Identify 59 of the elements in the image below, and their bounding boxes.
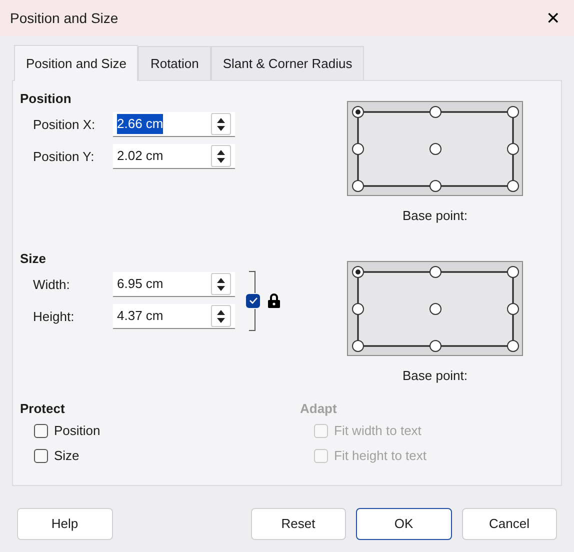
field-label: Height: — [33, 308, 76, 326]
input-field[interactable]: 6.95 cm — [113, 272, 235, 297]
down-triangle-icon — [217, 126, 225, 130]
section-heading: Protect — [20, 400, 66, 418]
base-point-radio[interactable] — [507, 266, 519, 278]
checkbox-label: Fit width to text — [334, 422, 422, 440]
base-point-radio[interactable] — [430, 106, 442, 118]
close-button[interactable]: ✕ — [542, 10, 564, 26]
tab[interactable]: Slant & Corner Radius — [210, 46, 364, 80]
dialog-button[interactable]: Reset — [250, 508, 346, 540]
spin-button[interactable] — [211, 273, 231, 295]
window-title: Position and Size — [10, 8, 118, 28]
field-label: Position Y: — [33, 148, 96, 166]
dialog-button[interactable]: Cancel — [462, 508, 557, 540]
field-label: Position X: — [33, 116, 96, 134]
base-point-label: Base point: — [402, 206, 468, 225]
up-triangle-icon — [217, 150, 225, 154]
bracket-line — [249, 270, 257, 330]
input-field[interactable]: 2.66 cm — [113, 112, 235, 137]
base-point-label: Base point: — [402, 366, 468, 385]
spin-button[interactable] — [211, 113, 231, 135]
up-triangle-icon — [217, 118, 225, 122]
base-point-radio[interactable] — [352, 142, 364, 154]
base-point-selector[interactable] — [347, 100, 523, 196]
base-point-radio[interactable] — [352, 302, 364, 314]
checkbox-label: Position — [54, 422, 100, 440]
base-point-radio[interactable] — [507, 142, 519, 154]
field-label: Width: — [33, 276, 71, 294]
dialog-button[interactable]: Help — [17, 508, 112, 540]
base-point-radio[interactable] — [430, 266, 442, 278]
down-triangle-icon — [217, 318, 225, 322]
base-point-radio[interactable] — [507, 302, 519, 314]
spin-button[interactable] — [211, 305, 231, 327]
lock-icon — [268, 293, 280, 308]
up-triangle-icon — [217, 278, 225, 282]
input-field[interactable]: 4.37 cm — [113, 304, 235, 329]
checkbox[interactable] — [34, 449, 48, 463]
spin-button[interactable] — [211, 145, 231, 167]
tab[interactable]: Position and Size — [14, 45, 138, 81]
section-heading: Position — [20, 90, 72, 108]
down-triangle-icon — [217, 158, 225, 162]
section-heading: Adapt — [300, 400, 338, 418]
keep-ratio-checkbox[interactable] — [246, 294, 260, 308]
checkbox-label: Size — [54, 447, 80, 466]
input-field[interactable]: 2.02 cm — [113, 144, 235, 169]
base-point-radio[interactable] — [507, 180, 519, 192]
down-triangle-icon — [217, 286, 225, 290]
dialog-button[interactable]: OK — [356, 508, 452, 540]
checkbox[interactable] — [34, 424, 48, 438]
tab[interactable]: Rotation — [138, 46, 211, 80]
base-point-radio[interactable] — [507, 106, 519, 118]
checkbox-label: Fit height to text — [334, 447, 426, 466]
base-point-selector[interactable] — [347, 260, 523, 356]
up-triangle-icon — [217, 310, 225, 314]
base-point-radio[interactable] — [352, 340, 364, 352]
section-heading: Size — [20, 250, 48, 268]
checkmark-icon — [248, 297, 258, 304]
base-point-radio[interactable] — [507, 340, 519, 352]
base-point-radio[interactable] — [352, 180, 364, 192]
